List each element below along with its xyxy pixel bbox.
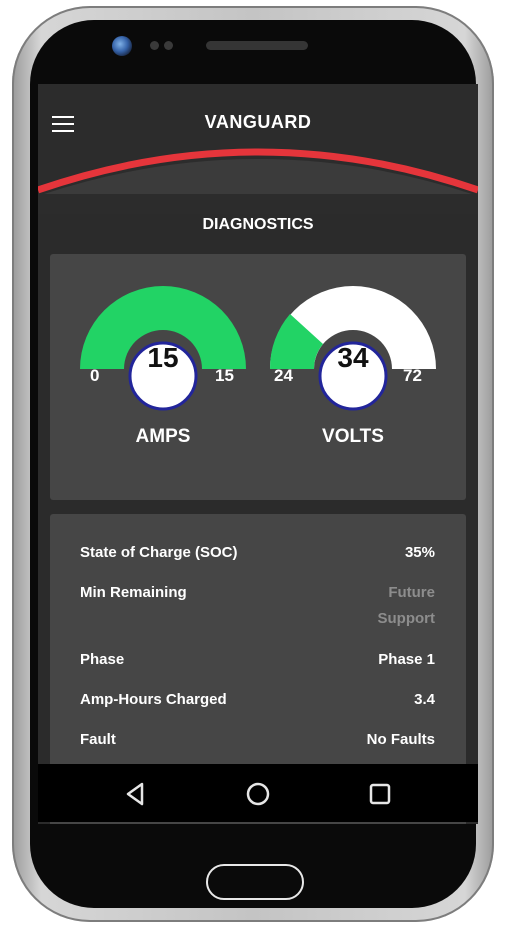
app-screen: VANGUARD DIAGNOSTICS 15 0 15 AMPS 34 24 …: [38, 84, 478, 824]
row-value: 35%: [404, 544, 435, 561]
row-key: Phase: [80, 651, 125, 668]
volts-value: 34: [337, 342, 369, 373]
volts-label: VOLTS: [322, 426, 384, 447]
row-key: Fault: [80, 731, 116, 748]
volts-max: 72: [403, 366, 422, 385]
amps-min: 0: [90, 366, 100, 385]
recents-square-icon[interactable]: [366, 780, 394, 808]
row-key: Min Remaining: [80, 584, 187, 601]
sensor-dot: [150, 41, 159, 50]
row-value: 3.4: [414, 691, 435, 708]
row-value: No Faults: [366, 731, 435, 748]
amps-value: 15: [147, 342, 179, 373]
row-key: Amp-Hours Charged: [80, 691, 227, 708]
section-title: DIAGNOSTICS: [202, 216, 314, 233]
hardware-home-button[interactable]: [206, 864, 304, 900]
app-header: VANGUARD: [38, 84, 478, 214]
row-key: State of Charge (SOC): [80, 544, 238, 561]
back-triangle-icon[interactable]: [122, 780, 150, 808]
row-value: Future Support: [377, 584, 436, 627]
amps-gauge: 15 0 15 AMPS: [78, 284, 248, 454]
home-circle-icon[interactable]: [244, 780, 272, 808]
header-arc-decoration: [38, 148, 478, 194]
row-value: Phase 1: [378, 651, 435, 668]
amps-max: 15: [215, 366, 234, 385]
diagnostic-row-min-remaining: Min Remaining Future Support: [80, 584, 435, 640]
app-title: VANGUARD: [204, 112, 312, 132]
camera-icon: [112, 36, 132, 56]
amps-label: AMPS: [135, 426, 191, 447]
android-navigation-bar: [38, 764, 478, 822]
gauges-card: 15 0 15 AMPS 34 24 72 VOLTS: [50, 254, 466, 500]
volts-gauge: 34 24 72 VOLTS: [268, 284, 438, 454]
volts-min: 24: [274, 366, 293, 385]
earpiece-speaker: [206, 41, 308, 50]
sensor-dot: [164, 41, 173, 50]
